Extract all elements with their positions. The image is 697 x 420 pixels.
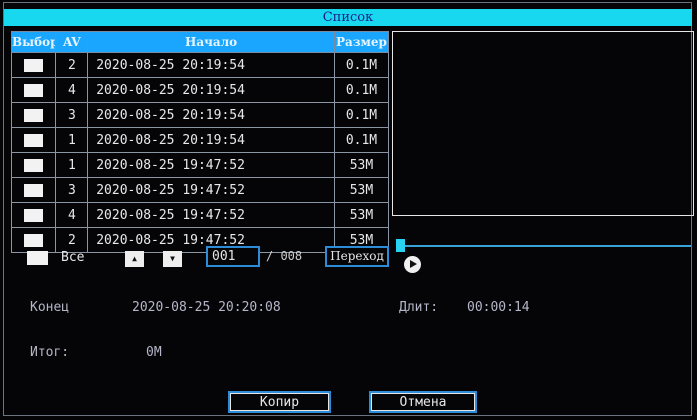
row-checkbox[interactable]	[24, 158, 44, 172]
row-size: 0.1M	[333, 52, 390, 78]
duration-value: 00:00:14	[467, 300, 530, 315]
play-icon[interactable]	[404, 256, 421, 273]
row-start: 2020-08-25 20:19:54	[87, 77, 335, 103]
header-start: Начало	[87, 31, 335, 53]
row-start: 2020-08-25 20:19:54	[87, 102, 335, 128]
table-row[interactable]: 4 2020-08-25 19:47:52 53M	[10, 202, 390, 228]
row-checkbox[interactable]	[24, 133, 44, 147]
row-size: 53M	[333, 177, 390, 203]
table-row[interactable]: 1 2020-08-25 20:19:54 0.1M	[10, 127, 390, 153]
row-start: 2020-08-25 19:47:52	[87, 152, 335, 178]
file-list-table: Выбор AV Начало Размер 2 2020-08-25 20:1…	[10, 31, 390, 253]
table-row[interactable]: 1 2020-08-25 19:47:52 53M	[10, 152, 390, 178]
cancel-button[interactable]: Отмена	[369, 391, 477, 413]
header-size: Размер	[333, 31, 390, 53]
duration-label: Длит:	[399, 300, 439, 315]
row-av: 1	[55, 152, 89, 178]
row-checkbox[interactable]	[24, 183, 44, 197]
dialog-title: Список	[4, 9, 692, 26]
row-av: 4	[55, 77, 89, 103]
row-start: 2020-08-25 20:19:54	[87, 127, 335, 153]
page-total: / 008	[266, 249, 303, 263]
page-down-button[interactable]: ▼	[163, 251, 182, 267]
end-value: 2020-08-25 20:20:08	[132, 300, 281, 315]
video-preview	[392, 31, 694, 216]
row-start: 2020-08-25 19:47:52	[87, 202, 335, 228]
playback-progress-bar[interactable]	[399, 245, 691, 247]
table-row[interactable]: 3 2020-08-25 19:47:52 53M	[10, 177, 390, 203]
row-size: 53M	[333, 202, 390, 228]
select-all-checkbox[interactable]	[27, 251, 48, 265]
row-checkbox[interactable]	[24, 233, 44, 247]
page-number-input[interactable]: 001	[206, 246, 260, 267]
arrow-up-icon: ▲	[132, 254, 137, 263]
row-start: 2020-08-25 20:19:54	[87, 52, 335, 78]
select-all-label: Все	[61, 250, 85, 265]
total-label: Итог:	[30, 345, 70, 360]
row-start: 2020-08-25 19:47:52	[87, 177, 335, 203]
end-label: Конец	[30, 300, 70, 315]
table-row[interactable]: 4 2020-08-25 20:19:54 0.1M	[10, 77, 390, 103]
row-size: 0.1M	[333, 127, 390, 153]
header-av: AV	[55, 31, 89, 53]
row-size: 0.1M	[333, 77, 390, 103]
copy-button[interactable]: Копир	[228, 391, 331, 413]
row-av: 3	[55, 102, 89, 128]
row-av: 2	[55, 227, 89, 253]
row-av: 4	[55, 202, 89, 228]
row-av: 1	[55, 127, 89, 153]
row-av: 3	[55, 177, 89, 203]
row-size: 53M	[333, 152, 390, 178]
row-checkbox[interactable]	[24, 83, 44, 97]
total-value: 0M	[146, 345, 162, 360]
row-size: 0.1M	[333, 102, 390, 128]
row-av: 2	[55, 52, 89, 78]
table-header-row: Выбор AV Начало Размер	[10, 31, 390, 53]
table-row[interactable]: 2 2020-08-25 20:19:54 0.1M	[10, 52, 390, 78]
progress-slider-handle[interactable]	[396, 239, 405, 252]
goto-button[interactable]: Переход	[325, 246, 389, 267]
arrow-down-icon: ▼	[170, 254, 175, 263]
page-up-button[interactable]: ▲	[125, 251, 144, 267]
header-select: Выбор	[10, 31, 57, 53]
row-checkbox[interactable]	[24, 108, 44, 122]
row-checkbox[interactable]	[24, 58, 44, 72]
table-row[interactable]: 3 2020-08-25 20:19:54 0.1M	[10, 102, 390, 128]
row-checkbox[interactable]	[24, 208, 44, 222]
